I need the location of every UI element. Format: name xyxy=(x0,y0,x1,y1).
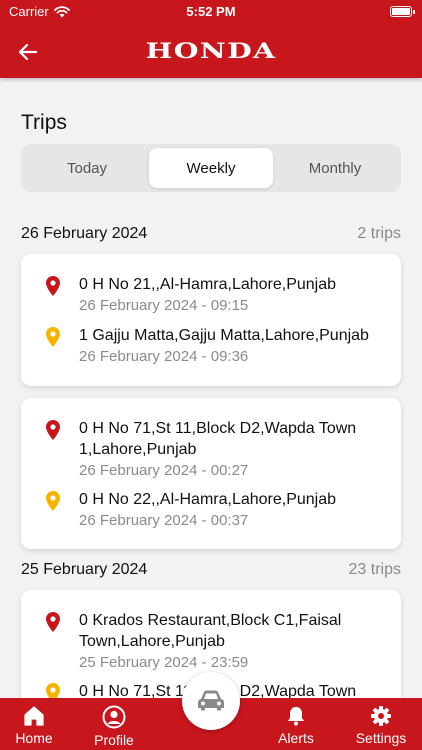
gear-icon xyxy=(371,706,391,726)
bell-icon xyxy=(288,707,304,726)
end-address: 0 H No 22,,Al-Hamra,Lahore,Punjab xyxy=(79,491,337,508)
day-header: 25 February 2024 23 trips xyxy=(21,561,401,579)
day-trip-count: 23 trips xyxy=(348,561,401,578)
end-address: 1 Gajju Matta,Gajju Matta,Lahore,Punjab xyxy=(79,327,369,344)
tab-monthly[interactable]: Monthly xyxy=(273,148,397,188)
tab-profile[interactable]: Profile xyxy=(86,698,142,750)
map-pin-icon xyxy=(46,683,60,698)
car-button[interactable] xyxy=(182,672,240,730)
battery-icon xyxy=(390,6,415,17)
trip-start: 0 H No 21,,Al-Hamra,Lahore,Punjab 26 Feb… xyxy=(45,274,387,316)
map-pin-icon xyxy=(46,491,60,511)
tab-weekly[interactable]: Weekly xyxy=(149,148,273,188)
end-time: 26 February 2024 - 00:37 xyxy=(79,512,249,529)
start-time: 25 February 2024 - 23:59 xyxy=(79,654,249,671)
clock: 5:52 PM xyxy=(186,4,236,19)
tab-today[interactable]: Today xyxy=(25,148,149,188)
status-bar: Carrier 5:52 PM xyxy=(0,0,422,26)
start-address: 0 H No 21,,Al-Hamra,Lahore,Punjab xyxy=(79,276,337,293)
tab-alerts[interactable]: Alerts xyxy=(268,698,324,750)
page-title: Trips xyxy=(21,111,67,134)
tab-home-label: Home xyxy=(15,730,53,746)
map-pin-icon xyxy=(46,420,60,440)
user-circle-icon xyxy=(102,705,126,729)
trip-end: 0 H No 22,,Al-Hamra,Lahore,Punjab 26 Feb… xyxy=(45,489,387,531)
map-pin-icon xyxy=(46,276,60,296)
map-pin-icon xyxy=(46,327,60,347)
day-date: 25 February 2024 xyxy=(21,561,148,578)
start-time: 26 February 2024 - 09:15 xyxy=(79,297,249,314)
tab-home[interactable]: Home xyxy=(6,698,62,750)
day-date: 26 February 2024 xyxy=(21,225,148,242)
start-time: 26 February 2024 - 00:27 xyxy=(79,462,249,479)
tab-settings[interactable]: Settings xyxy=(350,698,412,750)
map-pin-icon xyxy=(46,612,60,632)
tab-settings-label: Settings xyxy=(355,730,407,746)
start-address: 0 H No 71,St 11,Block D2,Wapda Town 1,La… xyxy=(79,420,357,458)
day-header: 26 February 2024 2 trips xyxy=(21,225,401,243)
trips-screen[interactable]: Trips Today Weekly Monthly 26 February 2… xyxy=(0,78,422,698)
app-bar: HONDA xyxy=(0,26,422,78)
home-icon xyxy=(24,706,44,726)
end-time: 26 February 2024 - 09:36 xyxy=(79,348,249,365)
tab-alerts-label: Alerts xyxy=(278,730,314,746)
trip-start: 0 H No 71,St 11,Block D2,Wapda Town 1,La… xyxy=(45,418,387,481)
start-address: 0 Krados Restaurant,Block C1,Faisal Town… xyxy=(79,612,342,650)
honda-logo: HONDA xyxy=(145,38,277,63)
trip-card[interactable]: 0 H No 21,,Al-Hamra,Lahore,Punjab 26 Feb… xyxy=(21,254,401,386)
trip-start: 0 Krados Restaurant,Block C1,Faisal Town… xyxy=(45,610,387,673)
tab-profile-label: Profile xyxy=(94,732,134,748)
trip-end: 1 Gajju Matta,Gajju Matta,Lahore,Punjab … xyxy=(45,325,387,367)
trip-card[interactable]: 0 H No 71,St 11,Block D2,Wapda Town 1,La… xyxy=(21,398,401,549)
period-selector: Today Weekly Monthly xyxy=(21,144,401,192)
car-icon xyxy=(198,690,224,711)
day-trip-count: 2 trips xyxy=(357,225,401,242)
